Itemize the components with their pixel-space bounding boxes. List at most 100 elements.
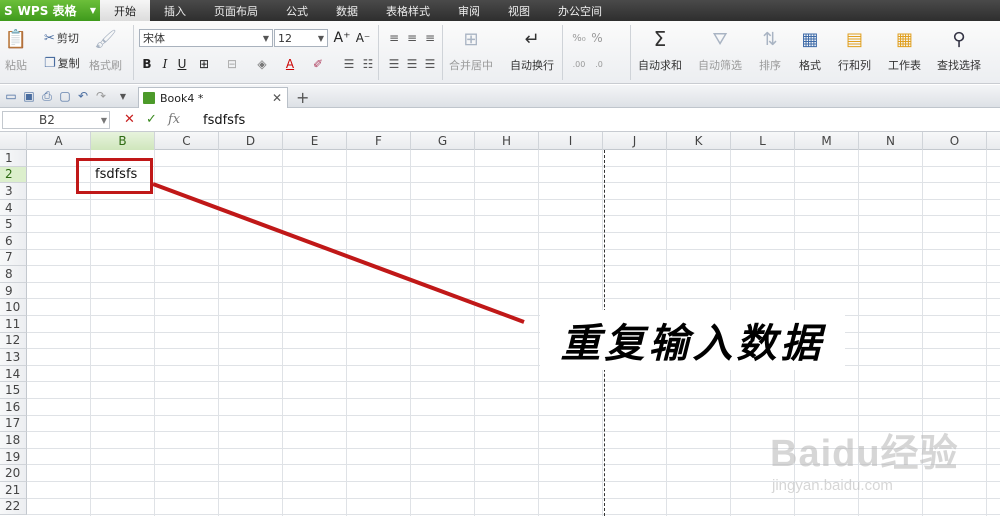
column-header-d[interactable]: D [219, 132, 283, 150]
row-header-17[interactable]: 17 [0, 415, 27, 433]
percent-button[interactable]: % [588, 29, 606, 47]
font-color-icon[interactable]: A [281, 55, 299, 73]
column-header-f[interactable]: F [347, 132, 411, 150]
column-header-l[interactable]: L [731, 132, 795, 150]
paste-button[interactable]: 📋 粘贴 [4, 27, 28, 73]
outdent-icon[interactable]: ☷ [359, 55, 377, 73]
copy-button[interactable]: ❐ 复制 [44, 55, 80, 71]
decrease-decimal-icon[interactable]: .0 [590, 55, 608, 73]
sort-button[interactable]: ⇅ 排序 [758, 27, 782, 73]
row-header-16[interactable]: 16 [0, 399, 27, 416]
row-header-18[interactable]: 18 [0, 432, 27, 449]
save-icon[interactable]: ▣ [22, 89, 36, 103]
cancel-icon[interactable]: ✕ [124, 112, 135, 127]
row-header-22[interactable]: 22 [0, 498, 27, 516]
row-header-4[interactable]: 4 [0, 199, 27, 217]
row-header-5[interactable]: 5 [0, 216, 27, 233]
formula-input[interactable]: fsdfsfs [197, 111, 245, 129]
column-header-n[interactable]: N [859, 132, 923, 150]
autosum-button[interactable]: Σ 自动求和 [638, 27, 682, 73]
column-header-a[interactable]: A [27, 132, 91, 150]
wrap-text-button[interactable]: ↵ 自动换行 [510, 27, 554, 73]
tab-insert[interactable]: 插入 [150, 0, 200, 21]
autofilter-button[interactable]: ⛛ 自动筛选 [698, 27, 742, 73]
align-right-icon[interactable]: ☰ [421, 55, 439, 73]
confirm-icon[interactable]: ✓ [146, 112, 157, 127]
print-icon[interactable]: ⎙ [40, 89, 54, 103]
tab-data[interactable]: 数据 [322, 0, 372, 21]
row-header-14[interactable]: 14 [0, 365, 27, 383]
increase-font-button[interactable]: A⁺ [333, 29, 351, 47]
new-tab-button[interactable]: + [296, 88, 309, 107]
row-header-9[interactable]: 9 [0, 282, 27, 300]
close-icon[interactable]: ✕ [272, 91, 282, 105]
row-header-7[interactable]: 7 [0, 249, 27, 267]
format-painter-button[interactable]: 🖌 格式刷 [89, 27, 122, 73]
select-all-corner[interactable] [0, 132, 27, 150]
column-header-j[interactable]: J [603, 132, 667, 150]
tab-formulas[interactable]: 公式 [272, 0, 322, 21]
font-name-select[interactable]: 宋体 ▼ [139, 29, 273, 47]
column-header-e[interactable]: E [283, 132, 347, 150]
align-top-icon[interactable]: ≡ [385, 29, 403, 47]
italic-button[interactable]: I [156, 55, 174, 73]
row-header-3[interactable]: 3 [0, 183, 27, 200]
undo-icon[interactable]: ↶ [76, 89, 90, 103]
align-left-icon[interactable]: ☰ [385, 55, 403, 73]
row-header-20[interactable]: 20 [0, 465, 27, 482]
clear-format-icon[interactable]: ✐ [309, 55, 327, 73]
document-tab[interactable]: Book4 * ✕ [138, 87, 288, 108]
insert-function-icon[interactable]: fx [168, 112, 180, 127]
column-header-g[interactable]: G [411, 132, 475, 150]
increase-decimal-icon[interactable]: .00 [570, 55, 588, 73]
redo-icon[interactable]: ↷ [94, 89, 108, 103]
tab-review[interactable]: 审阅 [444, 0, 494, 21]
format-button[interactable]: ▦ 格式 [798, 27, 822, 73]
worksheet-button[interactable]: ▦ 工作表 [888, 27, 921, 73]
row-header-12[interactable]: 12 [0, 332, 27, 350]
align-center-icon[interactable]: ☰ [403, 55, 421, 73]
column-header-o[interactable]: O [923, 132, 987, 150]
cell-border-style-icon[interactable]: ⊟ [223, 55, 241, 73]
bold-button[interactable]: B [138, 55, 156, 73]
column-header-i[interactable]: I [539, 132, 603, 150]
customize-toolbar-icon[interactable]: ▼ [116, 89, 130, 103]
fill-color-icon[interactable]: ◈ [253, 55, 271, 73]
row-header-21[interactable]: 21 [0, 482, 27, 499]
column-header-k[interactable]: K [667, 132, 731, 150]
name-box[interactable]: B2 ▼ [2, 111, 110, 129]
row-header-13[interactable]: 13 [0, 349, 27, 366]
app-menu-button[interactable]: S WPS 表格 ▼ [0, 0, 100, 21]
tab-office-space[interactable]: 办公空间 [544, 0, 616, 21]
row-col-button[interactable]: ▤ 行和列 [838, 27, 871, 73]
row-header-11[interactable]: 11 [0, 316, 27, 333]
row-header-6[interactable]: 6 [0, 233, 27, 250]
merge-center-button[interactable]: ⊞ 合并居中 [449, 27, 493, 73]
tab-page-layout[interactable]: 页面布局 [200, 0, 272, 21]
open-icon[interactable]: ▭ [4, 89, 18, 103]
cut-button[interactable]: ✂ 剪切 [44, 30, 79, 46]
column-header-m[interactable]: M [795, 132, 859, 150]
tab-home[interactable]: 开始 [100, 0, 150, 21]
row-header-2[interactable]: 2 [0, 166, 27, 184]
decrease-font-button[interactable]: A⁻ [354, 29, 372, 47]
column-header-h[interactable]: H [475, 132, 539, 150]
row-header-8[interactable]: 8 [0, 266, 27, 283]
row-header-15[interactable]: 15 [0, 382, 27, 399]
font-size-select[interactable]: 12 ▼ [274, 29, 328, 47]
number-format-icon[interactable]: %₀ [570, 29, 588, 47]
row-header-10[interactable]: 10 [0, 299, 27, 316]
align-bottom-icon[interactable]: ≡ [421, 29, 439, 47]
print-preview-icon[interactable]: ▢ [58, 89, 72, 103]
row-header-1[interactable]: 1 [0, 150, 27, 167]
borders-icon[interactable]: ⊞ [195, 55, 213, 73]
tab-view[interactable]: 视图 [494, 0, 544, 21]
align-middle-icon[interactable]: ≡ [403, 29, 421, 47]
find-select-button[interactable]: ⚲ 查找选择 [937, 27, 981, 73]
indent-icon[interactable]: ☰ [340, 55, 358, 73]
underline-button[interactable]: U [173, 55, 191, 73]
row-header-19[interactable]: 19 [0, 448, 27, 466]
column-header-c[interactable]: C [155, 132, 219, 150]
column-header-b[interactable]: B [91, 132, 155, 150]
tab-table-style[interactable]: 表格样式 [372, 0, 444, 21]
